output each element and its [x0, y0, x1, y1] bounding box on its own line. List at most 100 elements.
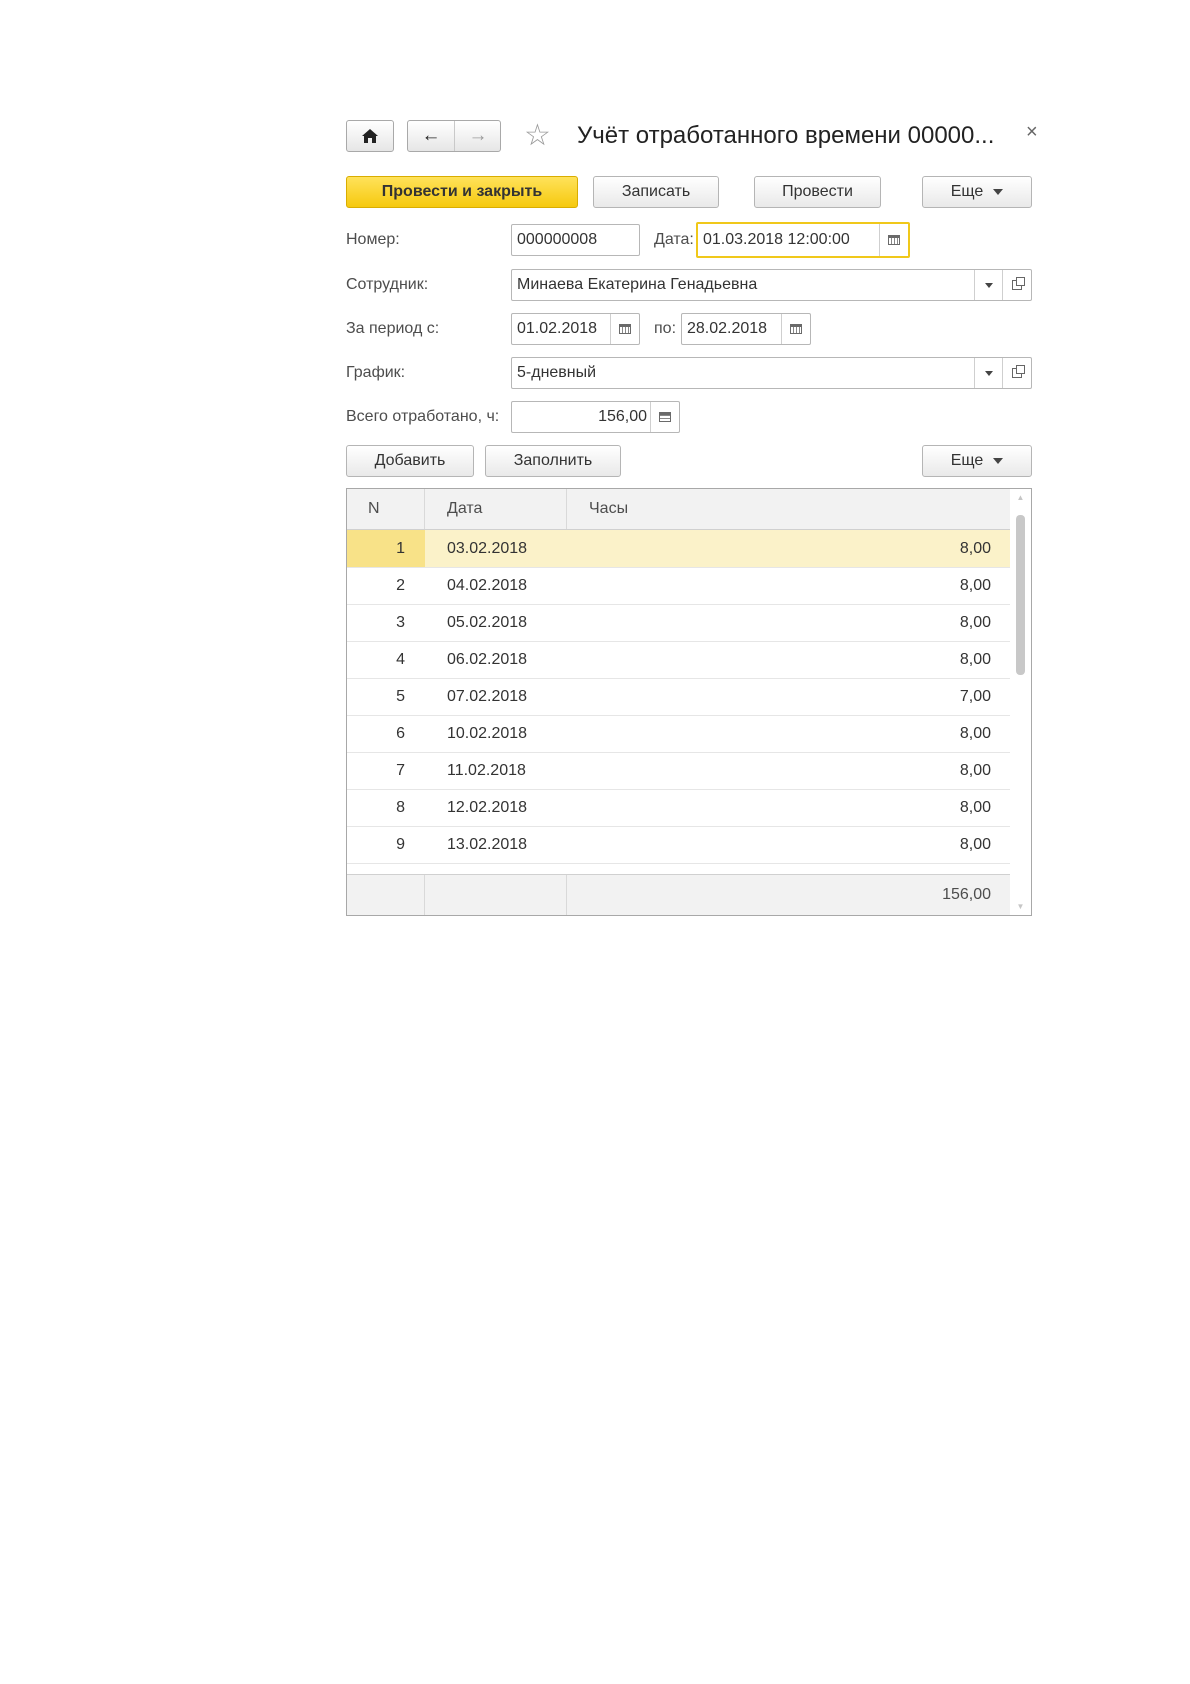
table-footer: 156,00 [347, 874, 1011, 915]
row-date-cell[interactable]: 03.02.2018 [425, 530, 567, 567]
period-to-calendar-button[interactable] [781, 314, 810, 344]
forward-button[interactable]: → [454, 121, 501, 151]
table-row[interactable]: 6 10.02.2018 8,00 [347, 715, 1011, 753]
forward-arrow-icon: → [468, 125, 488, 146]
scroll-down-icon[interactable]: ▼ [1010, 902, 1031, 911]
row-hours-cell[interactable]: 8,00 [567, 567, 1011, 604]
date-field[interactable]: 01.03.2018 12:00:00 [696, 222, 910, 258]
row-number-cell[interactable]: 5 [347, 678, 425, 715]
total-hours-value: 156,00 [598, 408, 647, 425]
calendar-icon [790, 324, 802, 334]
open-form-icon [1012, 365, 1025, 378]
row-number-cell[interactable]: 2 [347, 567, 425, 604]
column-header-date[interactable]: Дата [425, 489, 567, 529]
row-date-cell[interactable]: 04.02.2018 [425, 567, 567, 604]
number-field[interactable]: 000000008 [511, 224, 640, 256]
total-hours-label: Всего отработано, ч: [346, 408, 500, 425]
more-button-label: Еще [950, 183, 984, 200]
table-row[interactable]: 7 11.02.2018 8,00 [347, 752, 1011, 790]
row-date-cell[interactable]: 07.02.2018 [425, 678, 567, 715]
number-value: 000000008 [517, 231, 598, 248]
post-button[interactable]: Провести [754, 176, 881, 208]
total-hours-field[interactable]: 156,00 [511, 401, 680, 433]
history-nav: ← → [407, 120, 501, 152]
footer-total-hours: 156,00 [942, 886, 991, 903]
date-calendar-button[interactable] [879, 224, 908, 256]
schedule-field[interactable]: 5-дневный [511, 357, 1032, 389]
period-to-label: по: [654, 320, 677, 337]
table-scrollbar[interactable]: ▲ ▼ [1010, 489, 1031, 915]
employee-value: Минаева Екатерина Генадьевна [517, 276, 758, 293]
table-row[interactable]: 2 04.02.2018 8,00 [347, 567, 1011, 605]
scrollbar-thumb[interactable] [1016, 515, 1025, 675]
row-date-cell[interactable]: 05.02.2018 [425, 604, 567, 641]
row-hours-cell[interactable]: 8,00 [567, 826, 1011, 863]
date-label: Дата: [654, 231, 694, 248]
schedule-label: График: [346, 364, 406, 381]
row-number-cell[interactable]: 1 [347, 530, 425, 567]
row-date-cell[interactable]: 06.02.2018 [425, 641, 567, 678]
scroll-up-icon[interactable]: ▲ [1010, 493, 1031, 502]
employee-open-button[interactable] [1002, 270, 1031, 300]
row-hours-cell[interactable]: 8,00 [567, 530, 1011, 567]
calculator-icon [659, 412, 671, 422]
employee-field[interactable]: Минаева Екатерина Генадьевна [511, 269, 1032, 301]
chevron-down-icon [993, 458, 1004, 464]
period-from-field[interactable]: 01.02.2018 [511, 313, 640, 345]
row-hours-cell[interactable]: 8,00 [567, 641, 1011, 678]
more-button[interactable]: Еще [922, 176, 1032, 208]
schedule-dropdown-button[interactable] [974, 358, 1003, 388]
row-date-cell[interactable]: 10.02.2018 [425, 715, 567, 752]
table-row[interactable]: 3 05.02.2018 8,00 [347, 604, 1011, 642]
favorite-star-icon[interactable]: ☆ [524, 120, 551, 152]
date-value: 01.03.2018 12:00:00 [703, 231, 850, 248]
table-row[interactable]: 1 03.02.2018 8,00 [347, 530, 1011, 568]
hours-table: N Дата Часы 1 03.02.2018 8,00 2 04.02.2018 8,… [346, 488, 1032, 916]
column-header-hours[interactable]: Часы [567, 489, 1011, 529]
home-button[interactable] [346, 120, 394, 152]
footer-cell-n [347, 875, 425, 915]
row-hours-cell[interactable]: 7,00 [567, 678, 1011, 715]
row-number-cell[interactable]: 3 [347, 604, 425, 641]
employee-dropdown-button[interactable] [974, 270, 1003, 300]
table-more-label: Еще [950, 452, 984, 469]
table-header: N Дата Часы [347, 489, 1011, 530]
fill-button[interactable]: Заполнить [485, 445, 621, 477]
chevron-down-icon [985, 282, 993, 288]
row-date-cell[interactable]: 13.02.2018 [425, 826, 567, 863]
post-and-close-button[interactable]: Провести и закрыть [346, 176, 578, 208]
table-more-button[interactable]: Еще [922, 445, 1032, 477]
row-number-cell[interactable]: 9 [347, 826, 425, 863]
close-icon[interactable]: × [1026, 121, 1038, 144]
row-number-cell[interactable]: 4 [347, 641, 425, 678]
chevron-down-icon [985, 370, 993, 376]
row-hours-cell[interactable]: 8,00 [567, 715, 1011, 752]
back-button[interactable]: ← [408, 121, 454, 151]
column-header-n[interactable]: N [347, 489, 425, 529]
open-form-icon [1012, 277, 1025, 290]
calendar-icon [888, 235, 900, 245]
period-from-calendar-button[interactable] [610, 314, 639, 344]
row-number-cell[interactable]: 6 [347, 715, 425, 752]
row-date-cell[interactable]: 11.02.2018 [425, 752, 567, 789]
schedule-open-button[interactable] [1002, 358, 1031, 388]
period-to-field[interactable]: 28.02.2018 [681, 313, 811, 345]
chevron-down-icon [993, 189, 1004, 195]
row-date-cell[interactable]: 12.02.2018 [425, 789, 567, 826]
period-from-label: За период с: [346, 320, 440, 337]
row-hours-cell[interactable]: 8,00 [567, 752, 1011, 789]
row-hours-cell[interactable]: 8,00 [567, 789, 1011, 826]
table-row[interactable]: 8 12.02.2018 8,00 [347, 789, 1011, 827]
employee-label: Сотрудник: [346, 276, 429, 293]
table-row[interactable]: 5 07.02.2018 7,00 [347, 678, 1011, 716]
add-row-button[interactable]: Добавить [346, 445, 474, 477]
row-number-cell[interactable]: 7 [347, 752, 425, 789]
back-arrow-icon: ← [421, 125, 441, 146]
row-number-cell[interactable]: 8 [347, 789, 425, 826]
row-hours-cell[interactable]: 8,00 [567, 604, 1011, 641]
save-button[interactable]: Записать [593, 176, 719, 208]
table-row[interactable]: 4 06.02.2018 8,00 [347, 641, 1011, 679]
table-row[interactable]: 9 13.02.2018 8,00 [347, 826, 1011, 864]
total-calculator-button[interactable] [650, 402, 679, 432]
footer-cell-date [425, 875, 567, 915]
